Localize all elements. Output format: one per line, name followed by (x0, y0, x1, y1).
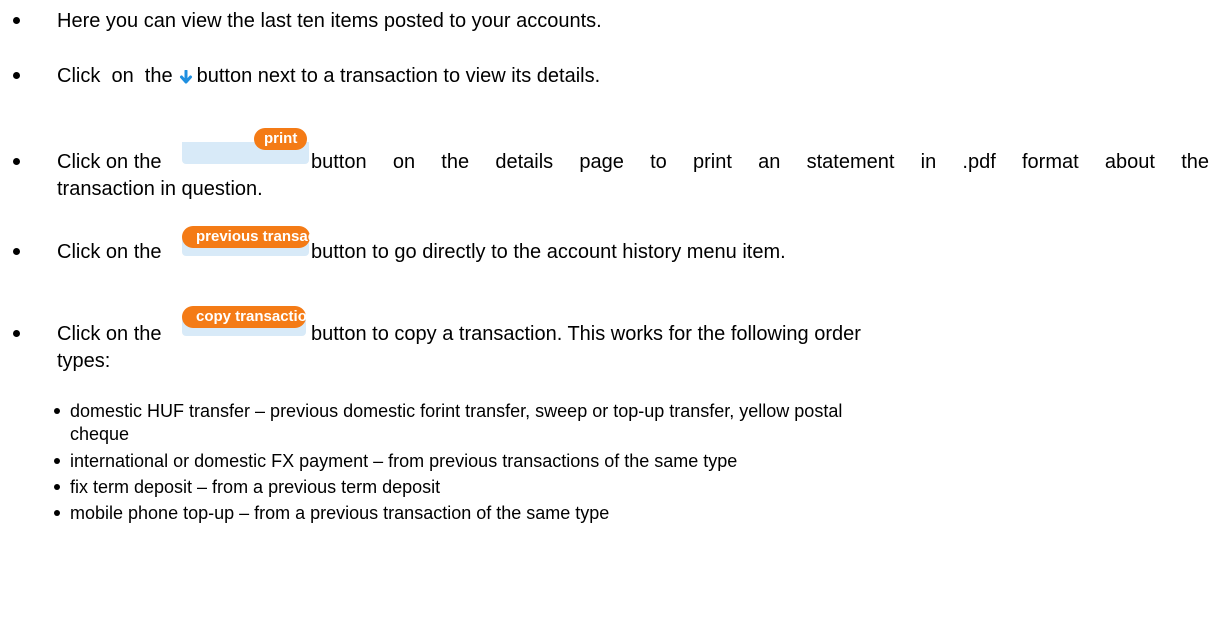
print-button[interactable]: print (254, 128, 308, 150)
previous-text-after: button to go directly to the account his… (311, 241, 786, 263)
print-instruction-line2: transaction in question. (57, 178, 263, 200)
word: button (311, 151, 367, 173)
bullet-dot (13, 248, 20, 255)
word: statement (806, 151, 895, 173)
sub-bullet-dot (54, 484, 60, 490)
print-text-before: Click on the (57, 151, 162, 173)
sub-bullet-dot (54, 510, 60, 516)
word: page (579, 151, 624, 173)
bullet-dot (13, 72, 20, 79)
word: .pdf (962, 151, 996, 173)
order-type-text: domestic HUF transfer – previous domesti… (70, 401, 843, 421)
order-type-item: mobile phone top-up – from a previous tr… (54, 502, 610, 524)
copy-text-before: Click on the (57, 323, 162, 345)
order-type-item: domestic HUF transfer – previous domesti… (54, 400, 843, 422)
word: the (1181, 151, 1209, 173)
word: in (920, 151, 937, 173)
bullet-dot (13, 330, 20, 337)
order-type-item-continuation: cheque (70, 424, 130, 444)
word: details (495, 151, 554, 173)
sub-bullet-dot (54, 458, 60, 464)
details-instruction: Click on the button next to a transaction… (57, 64, 600, 88)
arrow-down-icon (179, 69, 192, 84)
order-type-item: international or domestic FX payment – f… (54, 450, 738, 472)
previous-text-before: Click on the (57, 241, 162, 263)
previous-transactions-button[interactable]: previous transactions (182, 226, 352, 248)
bullet-dot (13, 158, 20, 165)
order-type-text: international or domestic FX payment – f… (70, 451, 738, 471)
word: print (692, 151, 732, 173)
sub-bullet-dot (54, 408, 60, 414)
copy-text-after: button to copy a transaction. This works… (311, 323, 861, 345)
details-text-after: button next to a transaction to view its… (196, 65, 601, 87)
help-document: Here you can view the last ten items pos… (0, 0, 1231, 630)
intro-text: Here you can view the last ten items pos… (57, 10, 602, 32)
word: an (758, 151, 781, 173)
print-instruction-line1: button on the details page to print an s… (311, 150, 1209, 174)
word: to (650, 151, 667, 173)
order-type-text: fix term deposit – from a previous term … (70, 477, 441, 497)
word: on (392, 151, 416, 173)
order-type-text: mobile phone top-up – from a previous tr… (70, 503, 610, 523)
word: format (1022, 151, 1079, 173)
copy-transaction-button[interactable]: copy transaction (182, 306, 316, 328)
bullet-dot (13, 17, 20, 24)
copy-text-line2: types: (57, 350, 111, 372)
word: about (1104, 151, 1155, 173)
details-text-before: Click on the (57, 65, 173, 87)
word: the (441, 151, 470, 173)
order-type-item: fix term deposit – from a previous term … (54, 476, 441, 498)
